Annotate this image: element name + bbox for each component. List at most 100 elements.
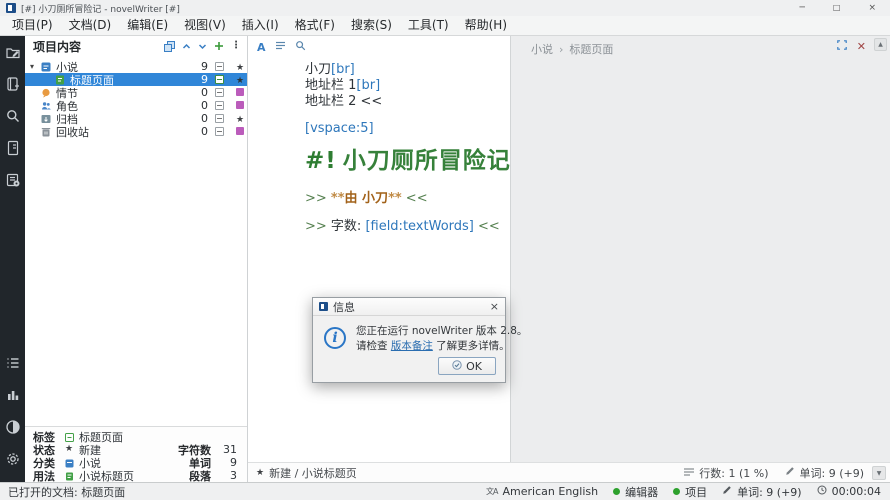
active-checkbox-icon[interactable] [215,62,224,71]
chevron-down-icon[interactable]: ▾ [30,62,41,71]
footer-counters: 行数: 1 (1 %) 单词: 9 (+9) [684,465,890,481]
novelwriter-app-icon [6,3,16,13]
manuscript-build-icon[interactable] [4,171,21,188]
theme-contrast-icon[interactable] [4,418,21,435]
document-editor[interactable]: A 小刀[br] 地址栏 1[br] 地址栏 2 << [vspace:5] #… [248,36,510,462]
project-panel-title: 项目内容 [33,38,164,55]
editor-header: A [257,40,306,54]
maximize-button[interactable]: □ [833,3,841,13]
ok-button[interactable]: OK [438,357,496,375]
menu-format[interactable]: 格式(F) [287,16,343,35]
editor-text[interactable]: 小刀[br] 地址栏 1[br] 地址栏 2 << [vspace:5] #!小… [305,62,506,235]
word-counter: 单词: 9 (+9) [785,465,865,481]
text-line: >> 字数: [field:textWords] << [305,219,506,235]
status-star-icon: ★ [65,444,74,453]
editor-footer: ★ 新建 / 小说标题页 行数: 1 (1 %) 单词: 9 (+9) ▼ [248,462,890,482]
settings-gear-icon[interactable] [4,450,21,467]
menu-kebab-icon[interactable]: ⋮ [231,41,241,51]
pen-icon [722,485,732,498]
detail-row-usage: 用法 小说标题页 [33,469,134,482]
session-words: 单词: 9 (+9) [722,484,802,500]
language-icon: 文A [486,486,497,497]
active-checkbox-icon[interactable] [215,127,224,136]
editor-status: 编辑器 [613,484,658,500]
project-panel-toolbar: ⋮ [164,41,241,52]
list-icon[interactable] [4,354,21,371]
move-up-icon[interactable] [182,42,191,51]
stat-paragraphs: 段落 3 [145,469,237,482]
item-details-panel: 标签 标题页面 状态 ★ 新建 分类 小说 用法 [25,426,247,482]
importance-flag: ★ [233,73,247,86]
menu-search[interactable]: 搜索(S) [343,16,400,35]
novelwriter-app-icon [319,302,328,311]
project-tree-icon[interactable] [4,43,21,60]
search-icon[interactable] [4,107,21,124]
dialog-message: 您正在运行 novelWriter 版本 2.8。 请检查 版本备注 了解更多详… [356,324,527,354]
statusbar: 已打开的文档: 标题页面 文A American English 编辑器 项目 … [0,482,890,500]
active-checkbox-icon[interactable] [215,101,224,110]
move-down-icon[interactable] [198,42,207,51]
format-toolbar-icon[interactable]: A [257,42,266,53]
minimize-button[interactable]: ─ [799,3,804,13]
language-status[interactable]: 文A American English [486,485,598,498]
search-doc-icon[interactable] [295,40,306,54]
breadcrumb-separator: › [559,43,563,56]
breadcrumb-document[interactable]: 标题页面 [569,43,613,56]
status-star-icon: ★ [256,468,264,478]
document-stats: 字符数 31 单词 9 段落 3 [145,443,237,482]
viewer-breadcrumb: 小说 › 标题页面 [531,41,613,57]
menu-document[interactable]: 文档(D) [61,16,120,35]
dialog-title: 信息 [333,299,490,315]
close-button[interactable]: × [868,3,876,13]
scroll-down-button[interactable]: ▼ [872,466,886,480]
window-controls: ─ □ × [799,3,884,13]
active-checkbox-icon[interactable] [215,88,224,97]
menu-view[interactable]: 视图(V) [176,16,234,35]
footer-status: ★ 新建 / 小说标题页 [248,465,684,481]
expand-collapse-icon[interactable] [164,41,175,52]
viewer-tools: ✕ [837,40,866,53]
add-item-icon[interactable] [214,41,224,51]
importance-flag [233,125,247,138]
menu-insert[interactable]: 插入(I) [234,16,287,35]
outline-icon[interactable] [4,139,21,156]
scroll-up-button[interactable]: ▲ [874,38,887,51]
usage-page-icon [65,471,74,480]
outline-menu-icon[interactable] [275,40,286,54]
document-viewer: 小说 › 标题页面 ✕ ▲ [510,36,890,462]
main-area: 项目内容 ⋮ ▾ 小说 9 ★ [0,36,890,482]
line-counter: 行数: 1 (1 %) [684,465,768,481]
app-window: [#] 小刀厕所冒险记 - novelWriter [#] ─ □ × 项目(P… [0,0,890,500]
active-checkbox-icon[interactable] [215,114,224,123]
titlebar: [#] 小刀厕所冒险记 - novelWriter [#] ─ □ × [0,0,890,16]
tree-row-trash[interactable]: 回收站 0 [25,125,247,138]
importance-flag: ★ [233,112,247,125]
close-view-icon[interactable]: ✕ [857,41,866,52]
menu-project[interactable]: 项目(P) [4,16,61,35]
plot-icon [41,88,51,98]
text-line: 小刀[br] [305,62,506,78]
open-document-status: 已打开的文档: 标题页面 [0,484,486,500]
expand-view-icon[interactable] [837,40,847,53]
dialog-titlebar[interactable]: 信息 × [313,298,505,316]
active-checkbox-icon[interactable] [215,75,224,84]
breadcrumb-root[interactable]: 小说 [531,43,553,56]
menu-help[interactable]: 帮助(H) [457,16,515,35]
project-panel: 项目内容 ⋮ ▾ 小说 9 ★ [25,36,248,482]
menu-edit[interactable]: 编辑(E) [119,16,176,35]
dialog-close-icon[interactable]: × [490,301,499,312]
project-status: 项目 [673,484,707,500]
clock-icon [817,485,827,498]
novel-view-icon[interactable] [4,75,21,92]
writing-stats-icon[interactable] [4,386,21,403]
editor-status-dot-icon [613,488,620,495]
character-icon [41,101,51,111]
importance-flag: ★ [233,60,247,73]
session-timer[interactable]: 00:00:04 [817,485,881,498]
menu-tools[interactable]: 工具(T) [400,16,457,35]
ok-check-icon [452,360,462,373]
info-dialog: 信息 × i 您正在运行 novelWriter 版本 2.8。 请检查 版本备… [312,297,506,383]
release-notes-link[interactable]: 版本备注 [391,340,433,352]
menubar: 项目(P) 文档(D) 编辑(E) 视图(V) 插入(I) 格式(F) 搜索(S… [0,16,890,36]
archive-icon [41,114,51,124]
